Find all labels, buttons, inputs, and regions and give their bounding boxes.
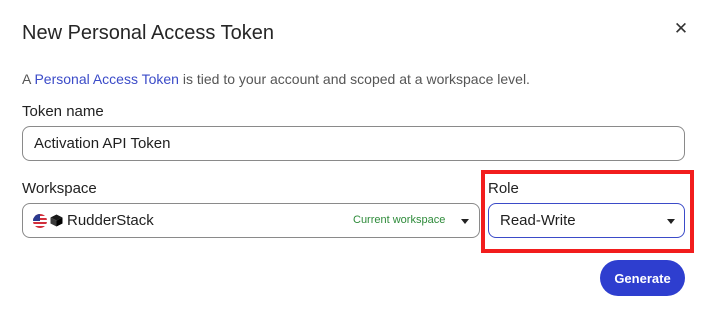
- token-name-value: Activation API Token: [34, 135, 171, 152]
- chevron-down-icon[interactable]: [461, 219, 469, 224]
- new-token-dialog: New Personal Access Token ✕ A Personal A…: [0, 0, 709, 315]
- description-suffix: is tied to your account and scoped at a …: [178, 71, 530, 87]
- token-name-input[interactable]: Activation API Token: [22, 126, 685, 161]
- dialog-description: A Personal Access Token is tied to your …: [22, 71, 530, 87]
- role-highlight-box: [481, 170, 694, 253]
- workspace-select[interactable]: RudderStack Current workspace: [22, 203, 480, 238]
- dialog-title: New Personal Access Token: [22, 22, 274, 44]
- workspace-value: RudderStack: [67, 212, 154, 229]
- generate-button[interactable]: Generate: [600, 260, 685, 296]
- us-flag-icon: [33, 213, 47, 228]
- description-prefix: A: [22, 71, 35, 87]
- current-workspace-badge: Current workspace: [353, 214, 446, 226]
- close-icon[interactable]: ✕: [672, 20, 690, 38]
- workspace-label: Workspace: [22, 180, 97, 197]
- token-name-label: Token name: [22, 103, 104, 120]
- personal-access-token-link[interactable]: Personal Access Token: [34, 71, 179, 87]
- cube-icon: [50, 214, 63, 227]
